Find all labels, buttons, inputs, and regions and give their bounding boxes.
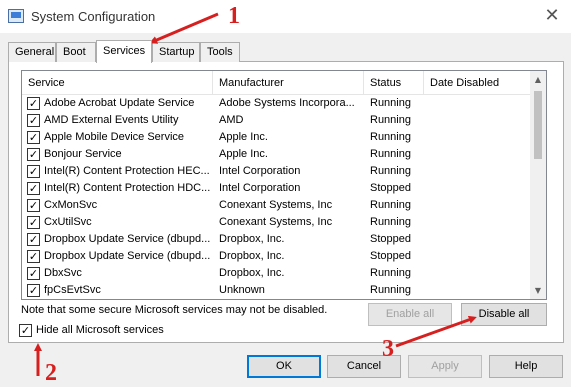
arrow-to-services-tab <box>149 12 219 44</box>
arrow-to-disable-all <box>395 315 477 348</box>
annotation-step-2: 2 <box>45 360 57 386</box>
annotation-step-1: 1 <box>228 3 240 29</box>
tab-services[interactable]: Services <box>96 40 152 63</box>
annotation-step-3: 3 <box>382 336 394 362</box>
annotation-arrows <box>34 12 477 376</box>
